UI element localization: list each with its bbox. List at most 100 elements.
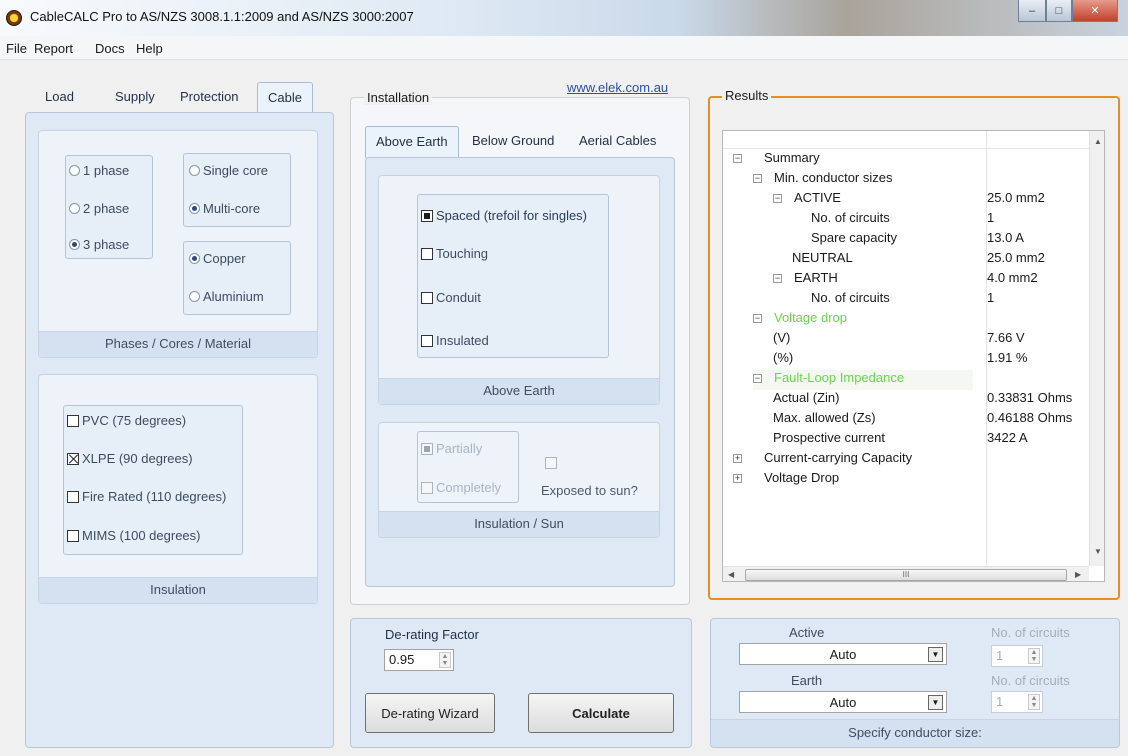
spinner-icon[interactable]: ▲ ▼ xyxy=(1028,694,1040,710)
tab-load[interactable]: Load xyxy=(45,89,74,104)
checkbox-fire-rated[interactable]: Fire Rated (110 degrees) xyxy=(67,489,226,504)
tree-label: Voltage Drop xyxy=(764,470,840,485)
radio-checked-icon xyxy=(189,253,200,264)
collapse-icon[interactable]: − xyxy=(753,174,762,183)
chevron-down-icon[interactable]: ▼ xyxy=(928,695,943,710)
expand-icon[interactable]: + xyxy=(733,454,742,463)
checkbox-conduit[interactable]: Conduit xyxy=(421,290,481,305)
tree-row[interactable]: − Voltage drop xyxy=(753,310,847,330)
spinner-value: 1 xyxy=(996,694,1004,709)
tree-row[interactable]: − Fault-Loop Impedance xyxy=(753,370,973,390)
earth-size-select[interactable]: Auto ▼ xyxy=(739,691,947,713)
radio-multi-core[interactable]: Multi-core xyxy=(189,201,260,216)
results-tree[interactable]: − Summary − Min. conductor sizes − ACTIVE 2… xyxy=(722,130,1105,582)
radio-label: Multi-core xyxy=(203,201,261,216)
tree-row[interactable]: − Summary xyxy=(733,150,820,170)
vertical-scrollbar[interactable]: ▲ ▼ xyxy=(1089,131,1104,566)
derating-wizard-button[interactable]: De-rating Wizard xyxy=(365,693,495,733)
scroll-right-icon[interactable]: ▶ xyxy=(1075,570,1081,579)
scroll-up-icon[interactable]: ▲ xyxy=(1094,137,1102,146)
tree-row[interactable]: Spare capacity xyxy=(811,230,897,250)
calculate-button[interactable]: Calculate xyxy=(528,693,674,733)
tree-row[interactable]: − EARTH xyxy=(773,270,838,290)
radio-single-core[interactable]: Single core xyxy=(189,163,268,178)
scroll-down-icon[interactable]: ▼ xyxy=(1094,547,1102,556)
active-size-select[interactable]: Auto ▼ xyxy=(739,643,947,665)
tree-row[interactable]: − ACTIVE xyxy=(773,190,841,210)
minimize-button[interactable]: – xyxy=(1018,0,1046,22)
checkbox-pvc[interactable]: PVC (75 degrees) xyxy=(67,413,186,428)
radio-label: Copper xyxy=(203,251,246,266)
tab-below-ground[interactable]: Below Ground xyxy=(472,133,554,148)
earth-circuits-input[interactable]: 1 ▲ ▼ xyxy=(991,691,1043,713)
radio-copper[interactable]: Copper xyxy=(189,251,246,266)
checkbox-icon xyxy=(421,248,433,260)
close-button[interactable]: ✕ xyxy=(1072,0,1118,22)
checkbox-label: XLPE (90 degrees) xyxy=(82,451,193,466)
tab-aerial-cables[interactable]: Aerial Cables xyxy=(579,133,656,148)
tree-row[interactable]: − Min. conductor sizes xyxy=(753,170,893,190)
collapse-icon[interactable]: − xyxy=(753,314,762,323)
checkbox-icon xyxy=(67,530,79,542)
tab-supply[interactable]: Supply xyxy=(115,89,155,104)
tree-value: 1 xyxy=(987,210,995,225)
derating-label: De-rating Factor xyxy=(385,627,479,642)
website-link[interactable]: www.elek.com.au xyxy=(567,80,668,95)
collapse-icon[interactable]: − xyxy=(753,374,762,383)
scroll-left-icon[interactable]: ◀ xyxy=(728,570,734,579)
spinner-icon[interactable]: ▲ ▼ xyxy=(1028,648,1040,664)
menu-docs[interactable]: Docs xyxy=(95,41,125,56)
checkbox-insulated[interactable]: Insulated xyxy=(421,333,489,348)
checkbox-checked-icon xyxy=(67,453,79,465)
maximize-button[interactable]: □ xyxy=(1046,0,1072,22)
tree-row[interactable]: (%) xyxy=(773,350,793,370)
checkbox-partially[interactable]: Partially xyxy=(421,441,482,456)
tree-row[interactable]: Max. allowed (Zs) xyxy=(773,410,876,430)
radio-1-phase[interactable]: 1 phase xyxy=(69,163,129,178)
checkbox-exposed-sun[interactable] xyxy=(545,457,557,469)
expand-icon[interactable]: + xyxy=(733,474,742,483)
checkbox-xlpe[interactable]: XLPE (90 degrees) xyxy=(67,451,193,466)
tree-row[interactable]: (V) xyxy=(773,330,790,350)
radio-icon xyxy=(189,165,200,176)
tree-row[interactable]: Actual (Zin) xyxy=(773,390,839,410)
derating-factor-input[interactable]: 0.95 ▲ ▼ xyxy=(384,649,454,671)
checkbox-touching[interactable]: Touching xyxy=(421,246,488,261)
tree-row[interactable]: + Voltage Drop xyxy=(733,470,839,490)
tree-label: Fault-Loop Impedance xyxy=(774,370,905,385)
active-circuits-input[interactable]: 1 ▲ ▼ xyxy=(991,645,1043,667)
menu-help[interactable]: Help xyxy=(136,41,163,56)
menu-file[interactable]: File xyxy=(6,41,27,56)
checkbox-disabled-icon xyxy=(421,443,433,455)
checkbox-spaced[interactable]: Spaced (trefoil for singles) xyxy=(421,208,587,223)
select-value: Auto xyxy=(829,694,857,710)
checkbox-completely[interactable]: Completely xyxy=(421,480,501,495)
above-earth-panel: Spaced (trefoil for singles) Touching Co… xyxy=(378,175,660,405)
tree-row[interactable]: NEUTRAL xyxy=(792,250,853,270)
chevron-down-icon[interactable]: ▼ xyxy=(928,647,943,662)
checkbox-icon xyxy=(67,491,79,503)
tab-protection[interactable]: Protection xyxy=(180,89,239,104)
tree-row[interactable]: Prospective current xyxy=(773,430,885,450)
horizontal-scrollbar[interactable]: ◀ III ▶ xyxy=(723,566,1089,581)
radio-3-phase[interactable]: 3 phase xyxy=(69,237,129,252)
spinner-icon[interactable]: ▲ ▼ xyxy=(439,652,451,668)
collapse-icon[interactable]: − xyxy=(773,194,782,203)
checkbox-label: Touching xyxy=(436,246,489,261)
tab-above-earth[interactable]: Above Earth xyxy=(365,126,459,158)
tab-cable[interactable]: Cable xyxy=(257,82,313,113)
menu-report[interactable]: Report xyxy=(34,41,73,56)
radio-aluminium[interactable]: Aluminium xyxy=(189,289,264,304)
scroll-thumb[interactable]: III xyxy=(745,569,1067,581)
tree-row[interactable]: No. of circuits xyxy=(811,210,890,230)
checkbox-icon xyxy=(421,292,433,304)
phases-cores-material-panel: 1 phase 2 phase 3 phase Single core Mult… xyxy=(38,130,318,358)
radio-2-phase[interactable]: 2 phase xyxy=(69,201,129,216)
tree-row[interactable]: No. of circuits xyxy=(811,290,890,310)
checkbox-checked-icon xyxy=(421,210,433,222)
checkbox-mims[interactable]: MIMS (100 degrees) xyxy=(67,528,201,543)
radio-icon xyxy=(189,291,200,302)
collapse-icon[interactable]: − xyxy=(733,154,742,163)
tree-row[interactable]: + Current-carrying Capacity xyxy=(733,450,912,470)
collapse-icon[interactable]: − xyxy=(773,274,782,283)
